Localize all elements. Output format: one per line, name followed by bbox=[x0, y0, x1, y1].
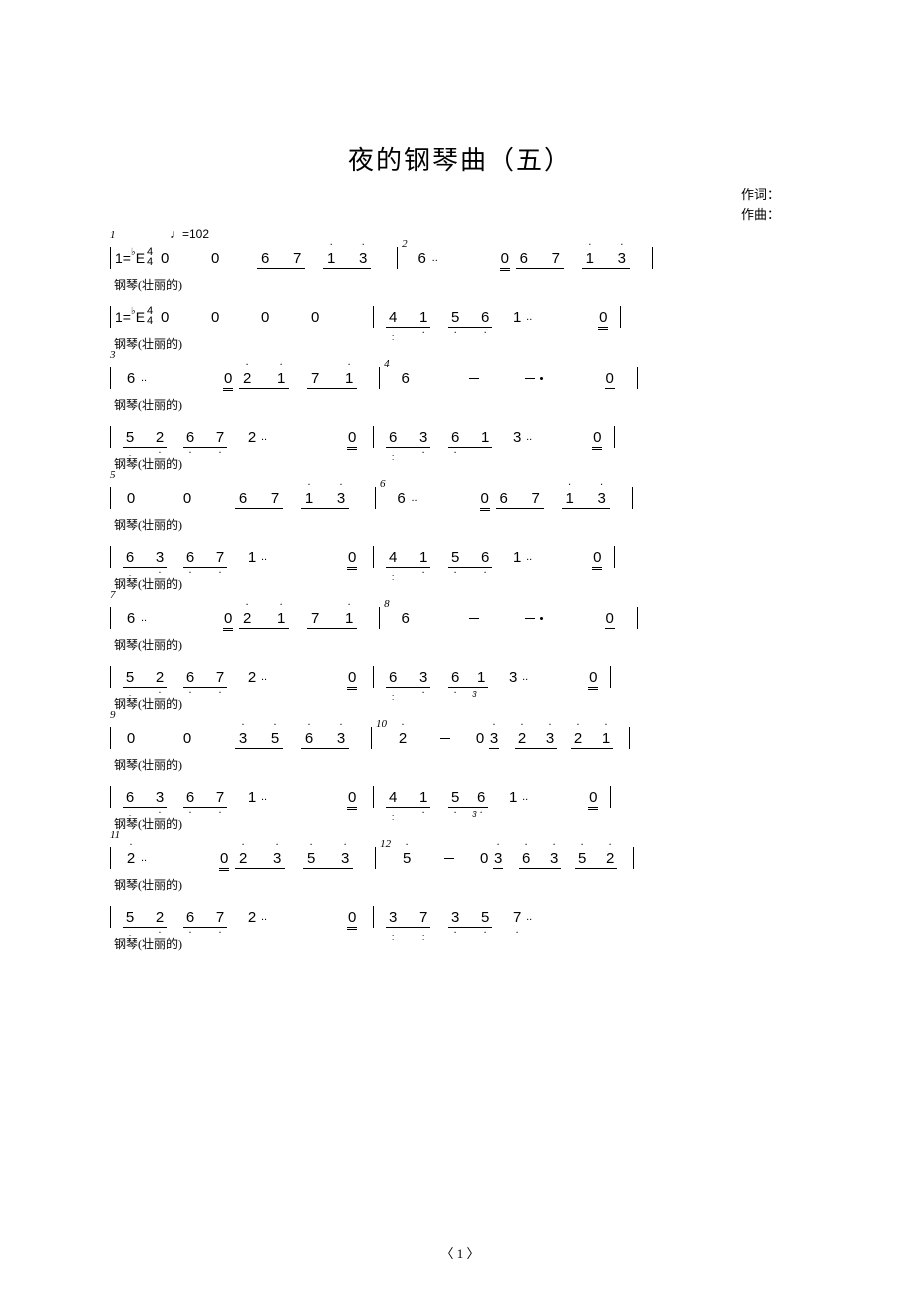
instrument-label: 钢琴(壮丽的) bbox=[110, 575, 820, 592]
lyricist-label: 作词： bbox=[100, 185, 780, 205]
measure-number: 10 bbox=[376, 719, 387, 730]
measure-number: 5 bbox=[110, 470, 116, 481]
page-number: 〈 1 〉 bbox=[440, 1243, 479, 1262]
system-4: 7 6.. 0 21 71 8 6 0 钢琴(壮丽的) 52 67 2.. 0 bbox=[110, 602, 820, 712]
tempo-marking: ♩=102 bbox=[170, 228, 209, 240]
measure-number: 9 bbox=[110, 710, 116, 721]
system-2: 3 6.. 0 21 71 4 6 0 钢琴(壮丽的) 52 67 2.. 0 bbox=[110, 362, 820, 472]
system-6: 11 2.. 0 23 53 12 5 03 63 52 钢琴(壮丽的) 52 … bbox=[110, 842, 820, 952]
music-systems: 1 ♩=102 1=♭E 44 0 0 67 13 2 6.. 0 67 13 … bbox=[100, 242, 820, 952]
system-3: 5 0 0 67 13 6 6.. 0 67 13 钢琴(壮丽的) 63 67 … bbox=[110, 482, 820, 592]
instrument-label: 钢琴(壮丽的) bbox=[110, 276, 820, 293]
instrument-label: 钢琴(壮丽的) bbox=[110, 396, 820, 413]
staff-upper-m5-6: 5 0 0 67 13 6 6.. 0 67 13 bbox=[110, 482, 820, 514]
measure-number: 6 bbox=[380, 479, 386, 490]
system-1: 1 ♩=102 1=♭E 44 0 0 67 13 2 6.. 0 67 13 … bbox=[110, 242, 820, 352]
instrument-label: 钢琴(壮丽的) bbox=[110, 876, 820, 893]
measure-number: 12 bbox=[380, 839, 391, 850]
staff-upper-m9-10: 9 0 0 35 63 10 2 03 23 21 bbox=[110, 722, 820, 754]
staff-lower-m1-2: 1=♭E 44 0 0 0 0 41 56 1.. 0 bbox=[110, 301, 820, 333]
staff-lower-m3-4: 52 67 2.. 0 63 61 3.. 0 bbox=[110, 421, 820, 453]
staff-upper-m3-4: 3 6.. 0 21 71 4 6 0 bbox=[110, 362, 820, 394]
measure-number: 1 bbox=[110, 230, 116, 241]
instrument-label: 钢琴(壮丽的) bbox=[110, 935, 820, 952]
instrument-label: 钢琴(壮丽的) bbox=[110, 695, 820, 712]
staff-upper-m11-12: 11 2.. 0 23 53 12 5 03 63 52 bbox=[110, 842, 820, 874]
staff-lower-m5-6: 63 67 1.. 0 41 56 1.. 0 bbox=[110, 541, 820, 573]
instrument-label: 钢琴(壮丽的) bbox=[110, 516, 820, 533]
measure-number: 3 bbox=[110, 350, 116, 361]
measure-number: 7 bbox=[110, 590, 116, 601]
measure-number: 8 bbox=[384, 599, 390, 610]
instrument-label: 钢琴(壮丽的) bbox=[110, 455, 820, 472]
instrument-label: 钢琴(壮丽的) bbox=[110, 335, 820, 352]
measure-number: 11 bbox=[110, 830, 120, 841]
instrument-label: 钢琴(壮丽的) bbox=[110, 636, 820, 653]
score-title: 夜的钢琴曲（五） bbox=[100, 140, 820, 177]
staff-lower-m9-10: 63 67 1.. 0 41 536 1.. 0 bbox=[110, 781, 820, 813]
instrument-label: 钢琴(壮丽的) bbox=[110, 815, 820, 832]
measure-number: 2 bbox=[402, 239, 408, 250]
credits: 作词： 作曲： bbox=[100, 185, 820, 224]
system-5: 9 0 0 35 63 10 2 03 23 21 钢琴(壮丽的) 63 67 … bbox=[110, 722, 820, 832]
composer-label: 作曲： bbox=[100, 205, 780, 225]
staff-lower-m7-8: 52 67 2.. 0 63 631 3.. 0 bbox=[110, 661, 820, 693]
instrument-label: 钢琴(壮丽的) bbox=[110, 756, 820, 773]
staff-lower-m11-12: 52 67 2.. 0 37 35 7.. bbox=[110, 901, 820, 933]
measure-number: 4 bbox=[384, 359, 390, 370]
staff-upper-m1-2: 1 ♩=102 1=♭E 44 0 0 67 13 2 6.. 0 67 13 bbox=[110, 242, 820, 274]
staff-upper-m7-8: 7 6.. 0 21 71 8 6 0 bbox=[110, 602, 820, 634]
key-time-signature: 1=♭E 44 bbox=[115, 248, 155, 268]
key-time-signature: 1=♭E 44 bbox=[115, 307, 155, 327]
